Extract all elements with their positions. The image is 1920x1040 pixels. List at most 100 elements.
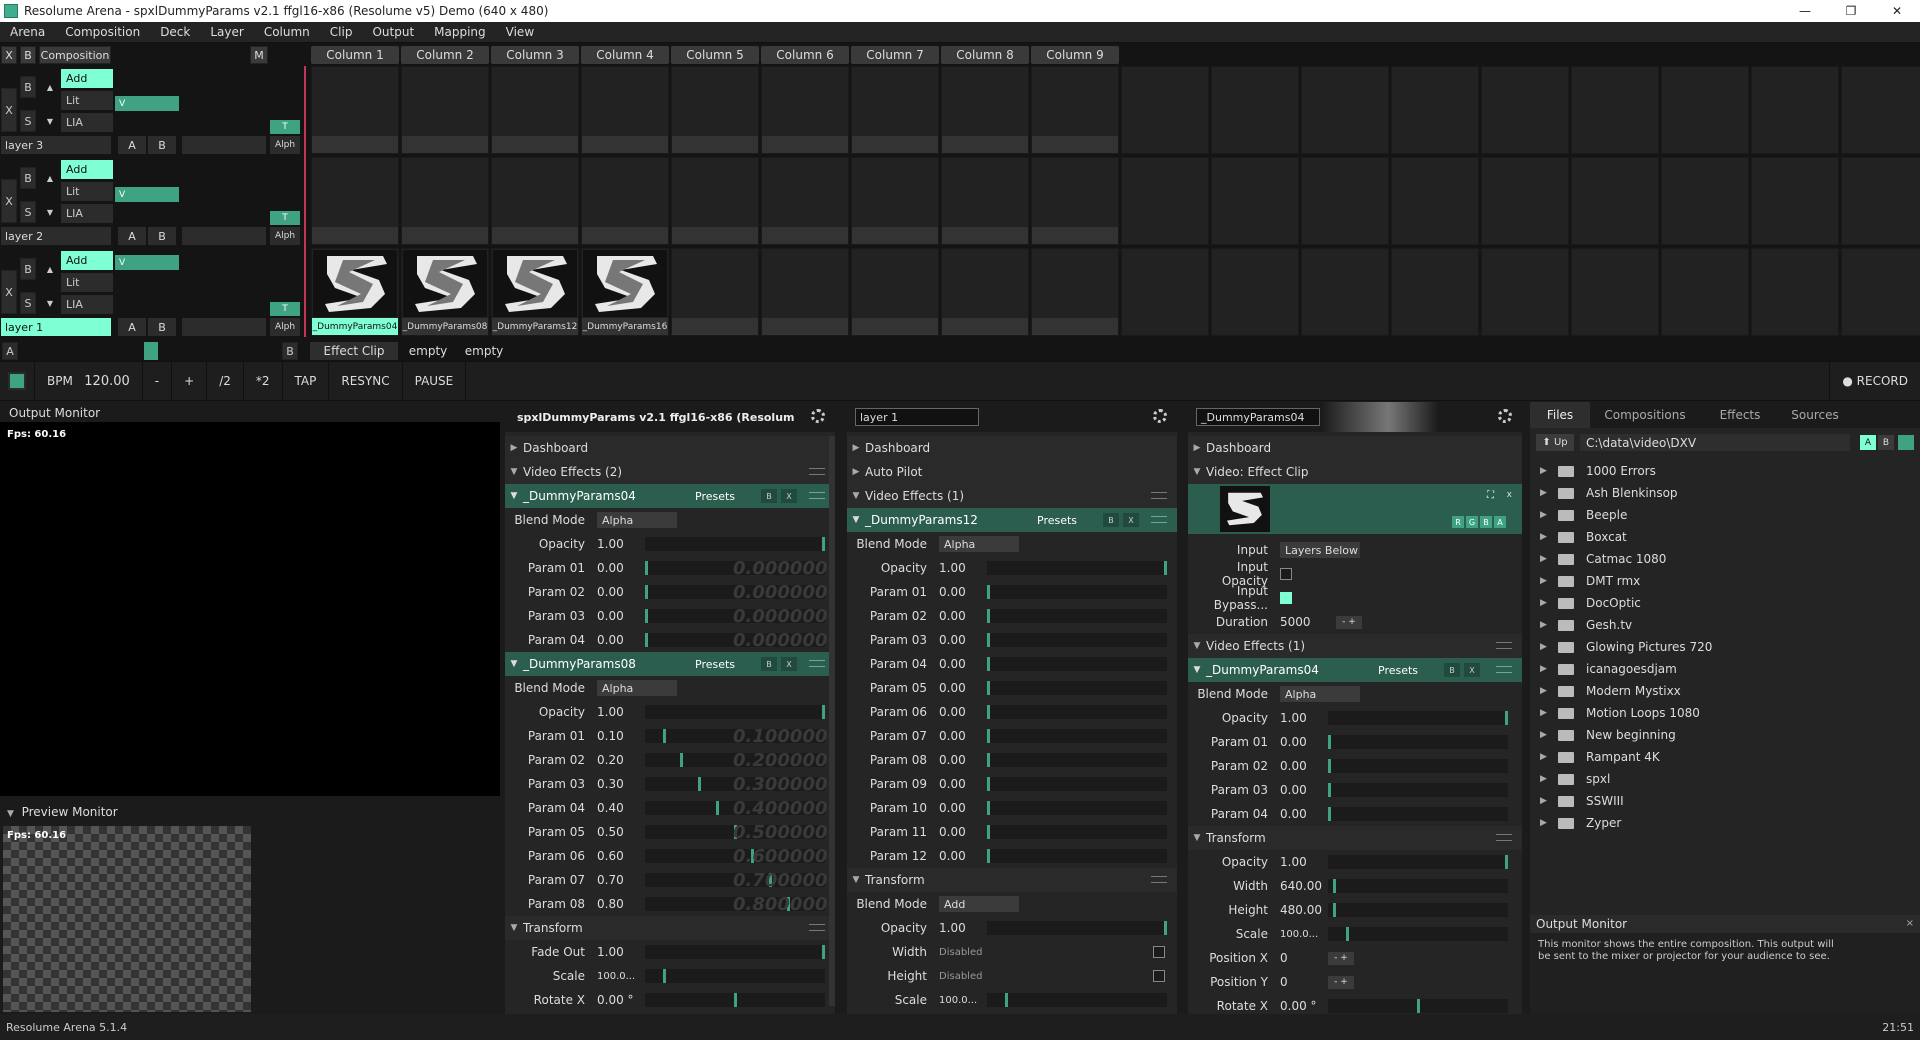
layer-fx-param-slider[interactable] <box>987 609 1167 623</box>
expand-arrow-icon[interactable]: ▶ <box>1540 510 1558 520</box>
layer-dashboard[interactable]: ▶ Dashboard <box>847 436 1177 460</box>
layer-2-b-button[interactable]: B <box>148 227 176 245</box>
view-b-button[interactable]: B <box>1878 435 1894 450</box>
clip-slot[interactable] <box>851 66 939 154</box>
layer-3-transition-button[interactable]: T <box>270 120 300 134</box>
clip-slot[interactable] <box>851 157 939 245</box>
comp-video-effects[interactable]: ▼ Video Effects (2) <box>505 460 835 484</box>
menu-mapping[interactable]: Mapping <box>424 25 496 39</box>
layer-1-bypass-button[interactable]: B <box>20 258 36 280</box>
comp-fx1-param-value[interactable]: 0.00 <box>597 561 624 575</box>
layer-fx-param-value[interactable]: 0.00 <box>939 633 966 647</box>
clip-rotate-x-slider[interactable] <box>1328 999 1508 1013</box>
layer-3-lit-button[interactable]: Lit <box>61 91 113 110</box>
bpm-half-button[interactable]: /2 <box>207 361 244 401</box>
layer-2-bypass-button[interactable]: B <box>20 167 36 189</box>
layer-name-input[interactable]: layer 1 <box>855 408 979 426</box>
composition-clear-button[interactable]: X <box>1 46 17 64</box>
layer-width-checkbox[interactable] <box>1153 946 1165 958</box>
clip-width-value[interactable]: 640.00 <box>1280 879 1322 893</box>
layer-fx-param-slider-knob[interactable] <box>987 633 990 647</box>
expand-arrow-icon[interactable]: ▶ <box>1540 796 1558 806</box>
clip-fx[interactable]: ▼ _DummyParams04 Presets B X <box>1188 658 1522 682</box>
menu-lines-icon[interactable] <box>1496 642 1512 649</box>
comp-fx1-param-value[interactable]: 0.00 <box>597 585 624 599</box>
comp-fx2-opacity-value[interactable]: 1.00 <box>597 705 624 719</box>
menu-lines-icon[interactable] <box>1151 516 1167 523</box>
view-a-button[interactable]: A <box>1860 435 1876 450</box>
composition-master-button[interactable]: M <box>250 46 268 64</box>
gear-icon[interactable] <box>811 409 825 423</box>
column-header-5[interactable]: Column 5 <box>671 46 759 64</box>
comp-fx2-param-value[interactable]: 0.60 <box>597 849 624 863</box>
comp-fade-out-slider-knob[interactable] <box>822 945 825 959</box>
layer-3-name[interactable]: layer 3 <box>1 136 111 154</box>
layer-fx-bypass-button[interactable]: B <box>1103 513 1119 527</box>
layer-fx-param-value[interactable]: 0.00 <box>939 777 966 791</box>
expand-arrow-icon[interactable]: ▶ <box>1540 818 1558 828</box>
layer-fx-param-value[interactable]: 0.00 <box>939 729 966 743</box>
menu-lines-icon[interactable] <box>1496 834 1512 841</box>
layer-3-solo-button[interactable]: S <box>20 110 36 132</box>
layer-fx-param-slider-knob[interactable] <box>987 801 990 815</box>
clip-width-slider[interactable] <box>1328 879 1508 893</box>
layer-3-b-button[interactable]: B <box>148 136 176 154</box>
move-up-icon[interactable]: ▲ <box>42 167 58 189</box>
clip-slot[interactable] <box>401 157 489 245</box>
comp-fx1[interactable]: ▼ _DummyParams04 Presets B X <box>505 484 835 508</box>
layer-fx-param-slider-knob[interactable] <box>987 657 990 671</box>
layer-fx-param-value[interactable]: 0.00 <box>939 681 966 695</box>
expand-arrow-icon[interactable]: ▶ <box>1540 554 1558 564</box>
layer-fx-param-slider-knob[interactable] <box>987 825 990 839</box>
list-view-icon[interactable] <box>1898 435 1914 450</box>
clip-fx-param-slider-knob[interactable] <box>1328 807 1331 821</box>
comp-fade-out-value[interactable]: 1.00 <box>597 945 624 959</box>
layer-3-video-opacity[interactable]: V <box>115 96 179 111</box>
clip-slot[interactable] <box>1031 66 1119 154</box>
clip-fx-param-slider[interactable] <box>1328 735 1508 749</box>
layer-fx-opacity-slider[interactable] <box>987 561 1167 575</box>
layer-3-blend-select[interactable]: Add <box>61 69 113 88</box>
comp-dashboard[interactable]: ▶ Dashboard <box>505 436 835 460</box>
folder-item[interactable]: ▶ Rampant 4K <box>1540 747 1660 767</box>
comp-scrollbar[interactable] <box>829 436 835 1006</box>
layer-2-a-button[interactable]: A <box>118 227 146 245</box>
expand-arrow-icon[interactable]: ▶ <box>1540 664 1558 674</box>
composition-bypass-button[interactable]: B <box>20 46 36 64</box>
layer-fx[interactable]: ▼ _DummyParams12 Presets B X <box>847 508 1177 532</box>
bpm-minus-button[interactable]: - <box>143 361 173 401</box>
folder-item[interactable]: ▶ Motion Loops 1080 <box>1540 703 1700 723</box>
menu-composition[interactable]: Composition <box>55 25 150 39</box>
folder-item[interactable]: ▶ Zyper <box>1540 813 1621 833</box>
clip-slot[interactable]: _DummyParams08 <box>401 248 489 336</box>
layer-fx-param-value[interactable]: 0.00 <box>939 849 966 863</box>
comp-fx2-param-value[interactable]: 0.20 <box>597 753 624 767</box>
comp-fx1-opacity-slider-knob[interactable] <box>822 537 825 551</box>
layer-1-video-opacity[interactable]: V <box>115 255 179 270</box>
clip-slot[interactable] <box>1751 66 1839 154</box>
layer-transform-opacity-slider[interactable] <box>987 921 1167 935</box>
clip-fx-opacity-slider[interactable] <box>1328 711 1508 725</box>
menu-lines-icon[interactable] <box>809 468 825 475</box>
clip-name-input[interactable]: _DummyParams04 <box>1196 408 1320 426</box>
layer-2-video-opacity[interactable]: V <box>115 187 179 202</box>
clip-video[interactable]: ▼ Video: Effect Clip <box>1188 460 1522 484</box>
layer-fx-opacity-value[interactable]: 1.00 <box>939 561 966 575</box>
clip-rotate-x-slider-knob[interactable] <box>1417 999 1420 1013</box>
clip-input-bypass-checkbox[interactable] <box>1280 592 1292 604</box>
clip-slot[interactable] <box>1031 248 1119 336</box>
column-header-2[interactable]: Column 2 <box>401 46 489 64</box>
layer-2-lit-button[interactable]: Lit <box>61 182 113 201</box>
layer-3-bypass-button[interactable]: B <box>20 76 36 98</box>
clip-slot[interactable] <box>1481 248 1569 336</box>
layer-fx-param-value[interactable]: 0.00 <box>939 753 966 767</box>
folder-item[interactable]: ▶ New beginning <box>1540 725 1676 745</box>
tab-files[interactable]: Files <box>1530 402 1590 428</box>
clip-slot[interactable] <box>1391 157 1479 245</box>
clip-slot[interactable]: _DummyParams04 <box>311 248 399 336</box>
comp-fx2-param-value[interactable]: 0.70 <box>597 873 624 887</box>
deck-a-button[interactable]: A <box>2 342 18 360</box>
layer-scale-value[interactable]: 100.0... <box>939 995 977 1006</box>
folder-item[interactable]: ▶ Beeple <box>1540 505 1627 525</box>
clip-slot[interactable] <box>761 248 849 336</box>
